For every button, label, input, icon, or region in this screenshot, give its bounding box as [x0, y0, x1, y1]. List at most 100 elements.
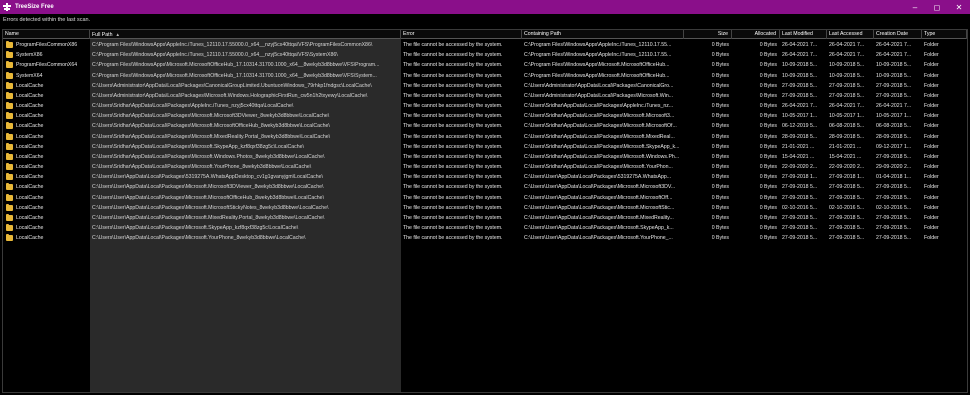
creation-date-cell: 27-09-2018 5... [876, 194, 912, 201]
table-row[interactable]: LocalCache C:\Users\User\AppData\Local\Pa… [3, 172, 967, 182]
last-modified-cell: 26-04-2021 7... [782, 42, 818, 48]
last-accessed-cell: 26-04-2021 7... [829, 103, 865, 110]
last-accessed-cell: 27-09-2018 5... [829, 194, 865, 201]
table-row[interactable]: LocalCache C:\Users\Sridhar\AppData\Local… [3, 121, 967, 131]
error-cell: The file cannot be accessed by the syste… [403, 204, 503, 211]
table-row[interactable]: LocalCache C:\Users\User\AppData\Local\Pa… [3, 223, 967, 233]
table-row[interactable]: LocalCache C:\Users\Sridhar\AppData\Local… [3, 111, 967, 121]
size-cell: 0 Bytes [711, 164, 729, 171]
type-cell: Folder [924, 103, 939, 110]
table-row[interactable]: LocalCache C:\Users\User\AppData\Local\Pa… [3, 233, 967, 243]
error-cell: The file cannot be accessed by the syste… [403, 225, 503, 232]
last-modified-cell: 10-05-2017 1... [782, 113, 818, 120]
treesize-icon [3, 3, 11, 11]
table-row[interactable]: LocalCache C:\Users\User\AppData\Local\Pa… [3, 182, 967, 192]
folder-name: LocalCache [16, 153, 44, 160]
full-path-cell: C:\Users\Sridhar\AppData\Local\Packages\… [92, 143, 304, 150]
full-path-cell: C:\Users\Sridhar\AppData\Local\Packages\… [92, 113, 330, 120]
creation-date-cell: 29-09-2020 2... [876, 164, 912, 171]
table-row[interactable]: LocalCache C:\Users\Administrator\AppData… [3, 91, 967, 101]
full-path-cell: C:\Program Files\WindowsApps\Microsoft.M… [92, 72, 377, 79]
allocated-cell: 0 Bytes [759, 72, 777, 79]
column-header-last-accessed[interactable]: Last Accessed [827, 30, 874, 39]
folder-name: LocalCache [16, 214, 44, 221]
column-header-last-modified[interactable]: Last Modified [780, 30, 827, 39]
size-cell: 0 Bytes [711, 235, 729, 242]
table-row[interactable]: SystemX64 C:\Program Files\WindowsApps\Mi… [3, 71, 967, 81]
folder-name: LocalCache [16, 194, 44, 201]
creation-date-cell: 26-04-2021 7... [876, 52, 912, 59]
size-cell: 0 Bytes [711, 143, 729, 150]
column-header-creation-date[interactable]: Creation Date [874, 30, 922, 39]
type-cell: Folder [924, 62, 939, 69]
creation-date-cell: 27-09-2018 5... [876, 92, 912, 99]
last-accessed-cell: 21-01-2021 ... [829, 143, 862, 150]
name-cell: LocalCache [3, 91, 90, 101]
table-row[interactable]: LocalCache C:\Users\Sridhar\AppData\Local… [3, 101, 967, 111]
size-cell: 0 Bytes [711, 153, 729, 160]
last-modified-cell: 10-09-2018 5... [782, 62, 818, 69]
table-row[interactable]: SystemX86 C:\Program Files\WindowsApps\Ap… [3, 50, 967, 60]
folder-name: ProgramFilesCommonX86 [16, 42, 78, 48]
error-cell: The file cannot be accessed by the syste… [403, 143, 503, 150]
name-cell: SystemX64 [3, 71, 90, 81]
folder-name: LocalCache [16, 92, 44, 99]
last-modified-cell: 02-10-2016 5... [782, 204, 818, 211]
table-row[interactable]: LocalCache C:\Users\Sridhar\AppData\Local… [3, 162, 967, 172]
table-row[interactable]: LocalCache C:\Users\Sridhar\AppData\Local… [3, 152, 967, 162]
column-header-full-path[interactable]: Full Path ▲ [90, 30, 401, 39]
column-header-allocated[interactable]: Allocated [732, 30, 780, 39]
column-header-containing-path[interactable]: Containing Path [522, 30, 684, 39]
allocated-cell: 0 Bytes [759, 62, 777, 69]
allocated-cell: 0 Bytes [759, 133, 777, 140]
allocated-cell: 0 Bytes [759, 225, 777, 232]
full-path-cell: C:\Users\Sridhar\AppData\Local\Packages\… [92, 133, 331, 140]
column-header-name[interactable]: Name [3, 30, 90, 39]
name-cell: ProgramFilesCommonX64 [3, 60, 90, 70]
minimize-button[interactable]: – [904, 0, 926, 14]
table-row[interactable]: LocalCache C:\Users\User\AppData\Local\Pa… [3, 213, 967, 223]
table-row[interactable]: LocalCache C:\Users\User\AppData\Local\Pa… [3, 193, 967, 203]
sort-ascending-icon: ▲ [115, 32, 120, 37]
errors-table[interactable]: Name Full Path ▲ Error Containing Path Si… [2, 29, 968, 393]
error-cell: The file cannot be accessed by the syste… [403, 184, 503, 191]
creation-date-cell: 06-08-2018 5... [876, 123, 912, 130]
name-cell: LocalCache [3, 111, 90, 121]
containing-path-cell: C:\Users\User\AppData\Local\Packages\Mic… [524, 194, 673, 201]
full-path-cell: C:\Users\User\AppData\Local\Packages\Mic… [92, 225, 299, 232]
full-path-cell: C:\Users\User\AppData\Local\Packages\Mic… [92, 204, 329, 211]
containing-path-cell: C:\Program Files\WindowsApps\Microsoft.M… [524, 62, 670, 69]
folder-name: LocalCache [16, 184, 44, 191]
maximize-button[interactable]: ◻ [926, 0, 948, 14]
table-row[interactable]: ProgramFilesCommonX86 C:\Program Files\Wi… [3, 40, 967, 50]
containing-path-cell: C:\Users\Sridhar\AppData\Local\Packages\… [524, 103, 674, 110]
error-cell: The file cannot be accessed by the syste… [403, 174, 503, 181]
column-header-type[interactable]: Type [922, 30, 967, 39]
type-cell: Folder [924, 235, 939, 242]
table-row[interactable]: LocalCache C:\Users\Administrator\AppData… [3, 81, 967, 91]
table-row[interactable]: LocalCache C:\Users\User\AppData\Local\Pa… [3, 203, 967, 213]
last-modified-cell: 27-09-2018 5... [782, 92, 818, 99]
creation-date-cell: 27-09-2018 5... [876, 153, 912, 160]
full-path-cell: C:\Users\Administrator\AppData\Local\Pac… [92, 92, 368, 99]
status-message: Errors detected within the last scan. [3, 17, 91, 23]
name-cell: LocalCache [3, 152, 90, 162]
error-cell: The file cannot be accessed by the syste… [403, 123, 503, 130]
folder-icon [6, 213, 13, 221]
last-modified-cell: 27-09-2018 5... [782, 235, 818, 242]
table-row[interactable]: LocalCache C:\Users\Sridhar\AppData\Local… [3, 132, 967, 142]
creation-date-cell: 27-09-2018 5... [876, 214, 912, 221]
name-cell: LocalCache [3, 162, 90, 172]
column-header-size[interactable]: Size [684, 30, 732, 39]
close-button[interactable]: ✕ [948, 0, 970, 14]
containing-path-cell: C:\Users\Sridhar\AppData\Local\Packages\… [524, 143, 680, 150]
column-header-error[interactable]: Error [401, 30, 522, 39]
allocated-cell: 0 Bytes [759, 184, 777, 191]
last-accessed-cell: 15-04-2021 ... [829, 153, 862, 160]
error-cell: The file cannot be accessed by the syste… [403, 153, 503, 160]
table-row[interactable]: LocalCache C:\Users\Sridhar\AppData\Local… [3, 142, 967, 152]
table-row[interactable]: ProgramFilesCommonX64 C:\Program Files\Wi… [3, 60, 967, 70]
last-accessed-cell: 26-04-2021 7... [829, 42, 865, 48]
last-accessed-cell: 27-09-2018 5... [829, 82, 865, 89]
size-cell: 0 Bytes [711, 214, 729, 221]
